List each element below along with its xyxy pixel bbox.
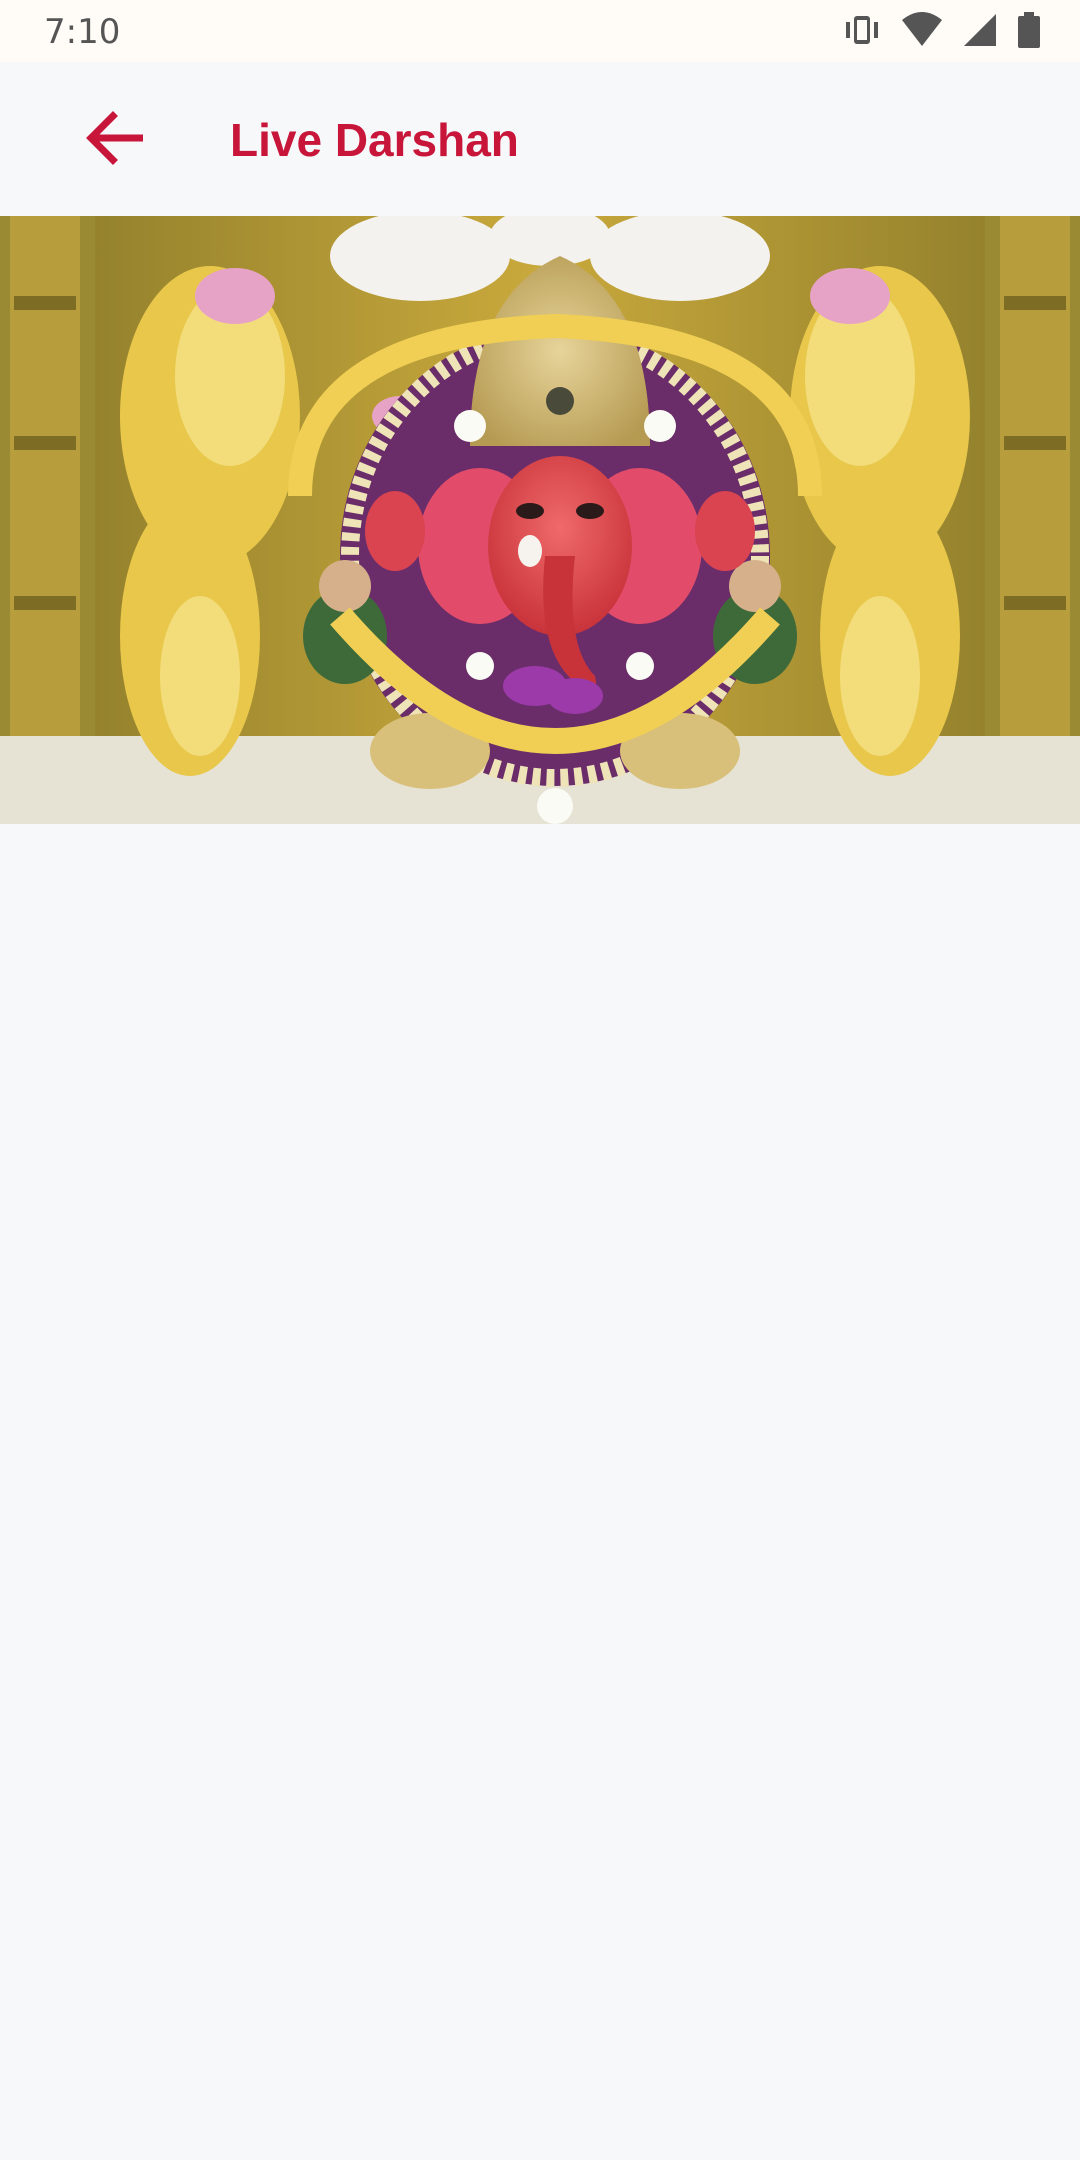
ganesha-idol-darshan-image (0, 216, 1080, 824)
arrow-back-icon (83, 110, 147, 171)
battery-icon (1016, 10, 1042, 55)
app-bar: Live Darshan (0, 62, 1080, 216)
page-title: Live Darshan (230, 114, 519, 166)
cell-signal-icon (962, 10, 998, 55)
back-button[interactable] (72, 104, 158, 176)
vibrate-icon (842, 10, 882, 55)
status-time: 7:10 (44, 12, 121, 52)
status-icons (842, 10, 1042, 55)
status-bar: 7:10 (0, 0, 1080, 62)
wifi-icon (900, 10, 944, 55)
content-area (0, 824, 1080, 2160)
